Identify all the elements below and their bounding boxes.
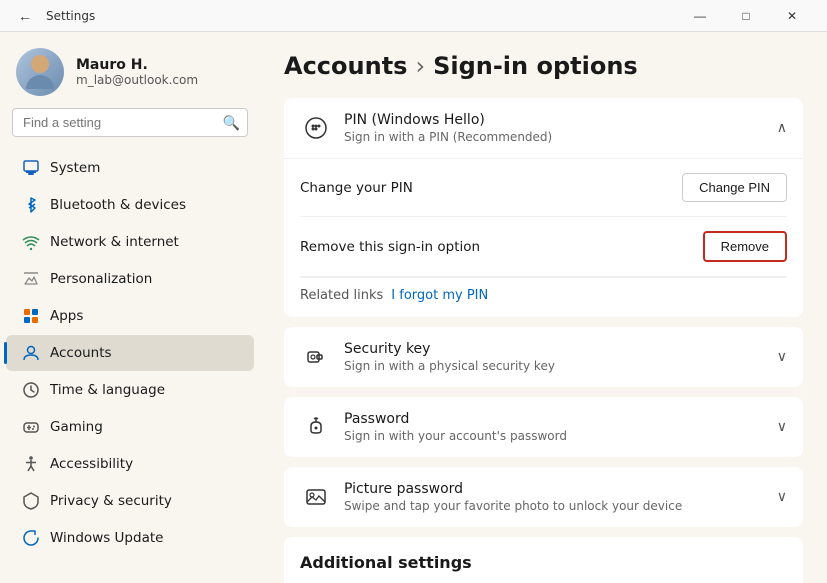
user-profile: Mauro H. m_lab@outlook.com — [0, 32, 260, 108]
search-box: 🔍 — [12, 108, 248, 137]
password-chevron-icon: ∨ — [777, 419, 787, 435]
sidebar-item-label-accessibility: Accessibility — [50, 456, 133, 472]
related-links-label: Related links — [300, 288, 383, 303]
bluetooth-icon — [22, 196, 40, 214]
remove-button[interactable]: Remove — [703, 231, 787, 262]
pin-icon — [300, 112, 332, 144]
sidebar-item-accounts[interactable]: Accounts — [6, 335, 254, 371]
close-button[interactable]: ✕ — [769, 0, 815, 32]
sidebar-item-label-update: Windows Update — [50, 530, 163, 546]
gaming-icon — [22, 418, 40, 436]
back-button[interactable]: ← — [12, 6, 38, 26]
avatar — [16, 48, 64, 96]
user-info: Mauro H. m_lab@outlook.com — [76, 57, 198, 87]
sidebar-item-label-network: Network & internet — [50, 234, 179, 250]
pin-card-text: PIN (Windows Hello) Sign in with a PIN (… — [344, 112, 765, 144]
accounts-icon — [22, 344, 40, 362]
search-icon[interactable]: 🔍 — [221, 112, 242, 133]
additional-settings: Additional settings For improved securit… — [284, 537, 803, 583]
pin-card-header[interactable]: PIN (Windows Hello) Sign in with a PIN (… — [284, 98, 803, 159]
main-content: Accounts › Sign-in options P — [260, 32, 827, 583]
additional-settings-title: Additional settings — [300, 553, 787, 572]
pin-card-title: PIN (Windows Hello) — [344, 112, 765, 128]
change-pin-label: Change your PIN — [300, 180, 413, 196]
pin-options: Change your PIN Change PIN Remove this s… — [284, 159, 803, 317]
user-name: Mauro H. — [76, 57, 198, 73]
sidebar-item-label-system: System — [50, 160, 100, 176]
breadcrumb: Accounts › Sign-in options — [284, 52, 803, 80]
password-text: Password Sign in with your account's pas… — [344, 411, 765, 443]
update-icon — [22, 529, 40, 547]
sidebar-item-label-personalization: Personalization — [50, 271, 152, 287]
system-icon — [22, 159, 40, 177]
picture-password-header[interactable]: Picture password Swipe and tap your favo… — [284, 467, 803, 527]
nav-list: System Bluetooth & devices Network & int… — [0, 149, 260, 583]
sidebar-item-label-bluetooth: Bluetooth & devices — [50, 197, 186, 213]
sidebar-item-privacy[interactable]: Privacy & security — [6, 483, 254, 519]
security-key-subtitle: Sign in with a physical security key — [344, 359, 765, 373]
accessibility-icon — [22, 455, 40, 473]
personalization-icon — [22, 270, 40, 288]
password-icon — [300, 411, 332, 443]
breadcrumb-sep: › — [415, 52, 425, 80]
app-body: Mauro H. m_lab@outlook.com 🔍 System Blue… — [0, 32, 827, 583]
sidebar-item-time[interactable]: Time & language — [6, 372, 254, 408]
sidebar-item-system[interactable]: System — [6, 150, 254, 186]
network-icon — [22, 233, 40, 251]
security-key-header[interactable]: Security key Sign in with a physical sec… — [284, 327, 803, 387]
privacy-icon — [22, 492, 40, 510]
change-pin-row: Change your PIN Change PIN — [300, 159, 787, 217]
sidebar-item-apps[interactable]: Apps — [6, 298, 254, 334]
sidebar: Mauro H. m_lab@outlook.com 🔍 System Blue… — [0, 32, 260, 583]
minimize-button[interactable]: — — [677, 0, 723, 32]
picture-password-text: Picture password Swipe and tap your favo… — [344, 481, 765, 513]
title-bar: ← Settings — □ ✕ — [0, 0, 827, 32]
security-key-chevron-icon: ∨ — [777, 349, 787, 365]
picture-password-icon — [300, 481, 332, 513]
remove-pin-row: Remove this sign-in option Remove — [300, 217, 787, 277]
security-key-icon — [300, 341, 332, 373]
title-bar-title: Settings — [46, 9, 95, 23]
picture-password-card: Picture password Swipe and tap your favo… — [284, 467, 803, 527]
sidebar-item-label-apps: Apps — [50, 308, 83, 324]
sidebar-item-label-time: Time & language — [50, 382, 165, 398]
change-pin-button[interactable]: Change PIN — [682, 173, 787, 202]
sidebar-item-label-privacy: Privacy & security — [50, 493, 172, 509]
sidebar-item-gaming[interactable]: Gaming — [6, 409, 254, 445]
apps-icon — [22, 307, 40, 325]
maximize-button[interactable]: □ — [723, 0, 769, 32]
sidebar-item-network[interactable]: Network & internet — [6, 224, 254, 260]
sidebar-item-bluetooth[interactable]: Bluetooth & devices — [6, 187, 254, 223]
forgot-pin-link[interactable]: I forgot my PIN — [391, 288, 488, 303]
sidebar-item-accessibility[interactable]: Accessibility — [6, 446, 254, 482]
password-header[interactable]: Password Sign in with your account's pas… — [284, 397, 803, 457]
sidebar-item-label-accounts: Accounts — [50, 345, 112, 361]
window-controls: — □ ✕ — [677, 0, 815, 32]
password-title: Password — [344, 411, 765, 427]
breadcrumb-current: Sign-in options — [433, 52, 638, 80]
password-card: Password Sign in with your account's pas… — [284, 397, 803, 457]
sidebar-item-personalization[interactable]: Personalization — [6, 261, 254, 297]
sidebar-item-label-gaming: Gaming — [50, 419, 103, 435]
password-subtitle: Sign in with your account's password — [344, 429, 765, 443]
related-links: Related links I forgot my PIN — [300, 277, 787, 317]
breadcrumb-parent: Accounts — [284, 52, 407, 80]
remove-pin-label: Remove this sign-in option — [300, 239, 480, 255]
picture-password-chevron-icon: ∨ — [777, 489, 787, 505]
time-icon — [22, 381, 40, 399]
user-email: m_lab@outlook.com — [76, 73, 198, 87]
picture-password-title: Picture password — [344, 481, 765, 497]
sidebar-item-update[interactable]: Windows Update — [6, 520, 254, 556]
security-key-card: Security key Sign in with a physical sec… — [284, 327, 803, 387]
security-key-title: Security key — [344, 341, 765, 357]
pin-card-subtitle: Sign in with a PIN (Recommended) — [344, 130, 765, 144]
pin-chevron-icon: ∧ — [777, 120, 787, 136]
pin-card: PIN (Windows Hello) Sign in with a PIN (… — [284, 98, 803, 317]
picture-password-subtitle: Swipe and tap your favorite photo to unl… — [344, 499, 765, 513]
search-input[interactable] — [12, 108, 248, 137]
security-key-text: Security key Sign in with a physical sec… — [344, 341, 765, 373]
